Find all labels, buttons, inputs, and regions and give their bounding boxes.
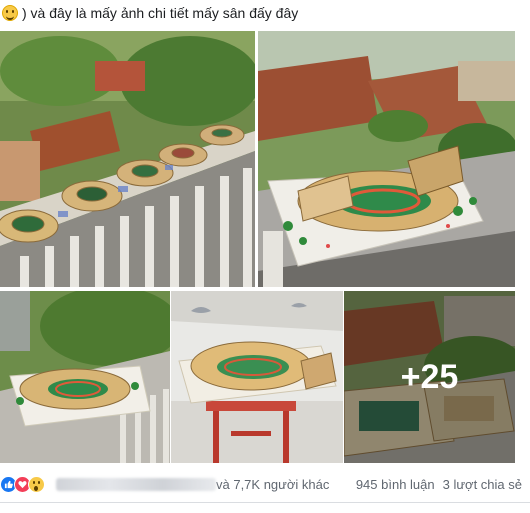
more-photos-overlay[interactable]: +25 xyxy=(344,291,515,463)
engagement-counts: 945 bình luận 3 lượt chia sẻ xyxy=(356,477,530,492)
reaction-icons[interactable] xyxy=(0,475,45,493)
stadium-model-closeup-image xyxy=(258,31,515,287)
post-photo-1[interactable] xyxy=(0,31,255,287)
caption-text: ) và đây là mấy ảnh chi tiết mấy sân đấy… xyxy=(22,5,299,21)
post-caption: ) và đây là mấy ảnh chi tiết mấy sân đấy… xyxy=(0,0,530,26)
stadium-on-balcony-image xyxy=(0,291,170,463)
post-photo-3[interactable] xyxy=(0,291,170,463)
smile-emoji-icon xyxy=(2,5,18,21)
stats-divider xyxy=(0,502,530,503)
post-photo-4[interactable] xyxy=(171,291,343,463)
blurred-name xyxy=(56,477,216,491)
reaction-others-text[interactable]: và 7,7K người khác xyxy=(216,477,329,492)
balcony-stadium-row-image xyxy=(0,31,255,287)
wow-reaction-icon xyxy=(28,475,45,493)
shares-count[interactable]: 3 lượt chia sẻ xyxy=(443,477,522,492)
comments-count[interactable]: 945 bình luận xyxy=(356,477,435,492)
post-photo-2[interactable] xyxy=(258,31,515,287)
stadium-on-stool-image xyxy=(171,291,343,463)
more-photos-count: +25 xyxy=(400,357,459,396)
post-photo-5-more[interactable]: +25 xyxy=(344,291,515,463)
post-stats-bar: và 7,7K người khác 945 bình luận 3 lượt … xyxy=(0,472,530,496)
